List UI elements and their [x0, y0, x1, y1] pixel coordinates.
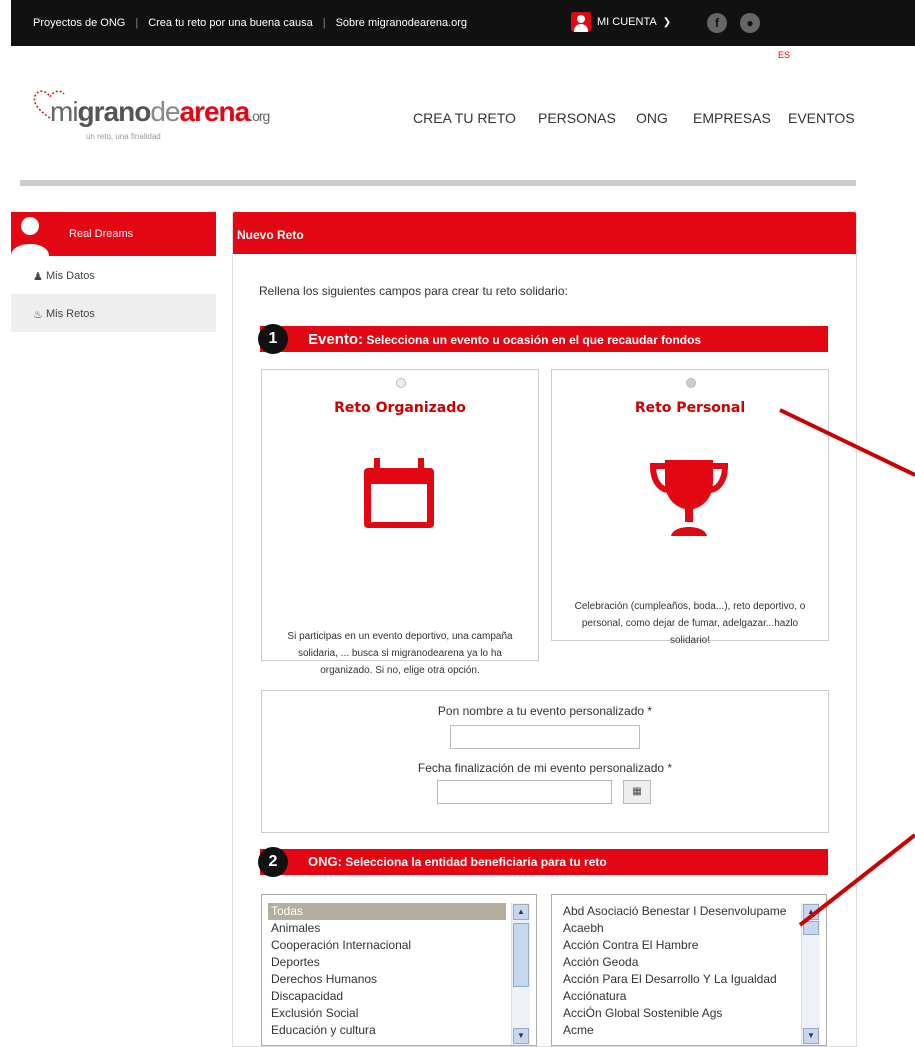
top-link-sobre[interactable]: Sobre migranodearena.org: [336, 17, 467, 29]
sidebar-user-header: Real Dreams: [11, 212, 216, 256]
list-item[interactable]: Animales: [262, 920, 536, 937]
panel-header: Nuevo Reto: [233, 212, 856, 254]
list-item[interactable]: Todas: [268, 903, 506, 920]
calendar-small-icon: ▦: [632, 786, 642, 797]
event-name-input[interactable]: [450, 725, 640, 749]
nav-eventos[interactable]: EVENTOS: [788, 110, 855, 126]
custom-event-form: Pon nombre a tu evento personalizado * F…: [261, 690, 829, 833]
trophy-icon: [649, 460, 729, 536]
step-title: Evento:: [308, 331, 364, 348]
top-bar: Proyectos de ONG | Crea tu reto por una …: [11, 0, 915, 46]
calendar-button[interactable]: ▦: [623, 780, 651, 804]
panel-title: Nuevo Reto: [237, 228, 304, 242]
sidebar-username: Real Dreams: [69, 228, 134, 240]
list-item[interactable]: Acción Contra El Hambre: [552, 937, 826, 954]
list-item[interactable]: AcciÓn Global Sostenible Ags: [552, 1005, 826, 1022]
nav-ong[interactable]: ONG: [636, 110, 668, 126]
list-item[interactable]: Acción Para El Desarrollo Y La Igualdad: [552, 971, 826, 988]
radio-reto-personal[interactable]: [686, 378, 696, 388]
account-label: MI CUENTA: [597, 16, 657, 28]
list-item[interactable]: Cooperación Internacional: [262, 937, 536, 954]
calendar-icon: [364, 458, 434, 528]
site-logo[interactable]: migranodearena.org un reto, una finalida…: [30, 90, 270, 141]
nav-crea-tu-reto[interactable]: CREA TU RETO: [413, 110, 516, 126]
event-date-input[interactable]: [437, 780, 612, 804]
list-item[interactable]: Acciónatura: [552, 988, 826, 1005]
separator: |: [322, 17, 326, 29]
step-text: Selecciona un evento u ocasión en el que…: [363, 333, 702, 347]
top-link-proyectos[interactable]: Proyectos de ONG: [33, 17, 125, 29]
logo-text-grano: grano: [77, 96, 152, 127]
list-item[interactable]: Educación y cultura: [262, 1022, 536, 1039]
radio-reto-organizado[interactable]: [396, 378, 406, 388]
nav-personas[interactable]: PERSONAS: [538, 110, 616, 126]
intro-text: Rellena los siguientes campos para crear…: [259, 284, 568, 298]
list-item[interactable]: Derechos Humanos: [262, 971, 536, 988]
annotation-arrow-icon: [779, 408, 915, 477]
header-divider: [20, 180, 856, 186]
event-name-label: Pon nombre a tu evento personalizado *: [437, 704, 653, 718]
top-link-crea-reto[interactable]: Crea tu reto por una buena causa: [148, 17, 313, 29]
step-number: 1: [258, 324, 288, 354]
scroll-down-icon[interactable]: ▼: [803, 1028, 819, 1044]
chevron-down-icon: ❯: [662, 16, 672, 28]
sidebar-item-label: Mis Datos: [46, 270, 95, 282]
scroll-up-icon[interactable]: ▲: [513, 904, 529, 920]
list-item[interactable]: Acaebh: [552, 920, 826, 937]
event-date-label: Fecha finalización de mi evento personal…: [417, 761, 673, 775]
card-description: Si participas en un evento deportivo, un…: [287, 631, 513, 676]
list-item[interactable]: Abd Asociació Benestar I Desenvolupame: [552, 903, 826, 920]
list-item[interactable]: Deportes: [262, 954, 536, 971]
account-menu[interactable]: MI CUENTA ❯: [571, 12, 671, 32]
card-reto-organizado[interactable]: Reto Organizado Si participas en un even…: [261, 369, 539, 676]
logo-tagline: un reto, una finalidad: [86, 132, 161, 141]
user-avatar-icon: [11, 217, 49, 256]
step-2-header: 2 ONG: Selecciona la entidad beneficiari…: [258, 847, 828, 877]
step-1-header: 1 Evento: Selecciona un evento u ocasión…: [258, 324, 828, 354]
facebook-icon[interactable]: f: [707, 13, 727, 33]
card-title: Reto Organizado: [334, 400, 466, 416]
list-item[interactable]: Acción Geoda: [552, 954, 826, 971]
list-item[interactable]: Acme: [552, 1022, 826, 1039]
language-selector[interactable]: ES: [778, 50, 790, 60]
heart-logo-icon: [33, 90, 65, 119]
scroll-down-icon[interactable]: ▼: [513, 1028, 529, 1044]
sidebar-item-mis-datos[interactable]: ♟ Mis Datos: [11, 256, 216, 294]
logo-text-org: .org: [249, 108, 270, 124]
annotation-arrow-icon: [798, 833, 915, 927]
flame-icon: ♨: [33, 309, 43, 321]
user-avatar-icon: [571, 12, 591, 32]
top-links: Proyectos de ONG | Crea tu reto por una …: [33, 17, 467, 29]
scroll-thumb[interactable]: [513, 923, 529, 987]
sidebar: Real Dreams ♟ Mis Datos ♨ Mis Retos: [11, 212, 216, 332]
list-item[interactable]: Exclusión Social: [262, 1005, 536, 1022]
category-scrollbar[interactable]: ▲ ▼: [511, 903, 530, 1045]
category-listbox[interactable]: Todas Animales Cooperación Internacional…: [261, 894, 537, 1046]
sidebar-item-mis-retos[interactable]: ♨ Mis Retos: [11, 294, 216, 332]
user-icon: ♟: [33, 271, 43, 283]
step-number: 2: [258, 847, 288, 877]
logo-text-de: de: [150, 96, 180, 127]
twitter-icon[interactable]: ●: [740, 13, 760, 33]
ong-listbox[interactable]: Abd Asociació Benestar I Desenvolupame A…: [551, 894, 827, 1046]
separator: |: [135, 17, 139, 29]
step-title: ONG:: [308, 854, 342, 869]
sidebar-item-label: Mis Retos: [46, 308, 95, 320]
logo-text-arena: arena: [179, 96, 250, 127]
nav-empresas[interactable]: EMPRESAS: [693, 110, 771, 126]
step-text: Selecciona la entidad beneficiaria para …: [341, 855, 607, 869]
card-description: Celebración (cumpleaños, boda...), reto …: [574, 601, 806, 646]
list-item[interactable]: Discapacidad: [262, 988, 536, 1005]
